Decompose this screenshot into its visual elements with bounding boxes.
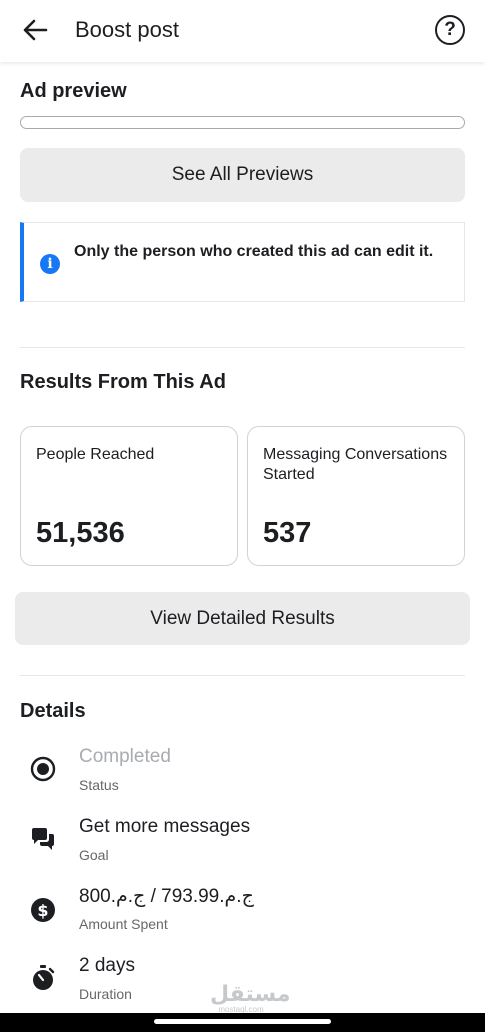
info-icon: i bbox=[40, 254, 60, 274]
messaging-conversations-card: Messaging Conversations Started 537 bbox=[247, 426, 465, 566]
mostaql-watermark: مستقل mostaql.com bbox=[210, 981, 291, 1015]
back-button[interactable] bbox=[20, 16, 50, 44]
people-reached-card: People Reached 51,536 bbox=[20, 426, 238, 566]
status-value: Completed bbox=[79, 746, 171, 767]
dollar-coin-icon: $ bbox=[30, 897, 56, 923]
section-divider bbox=[20, 347, 465, 348]
svg-text:$: $ bbox=[37, 901, 48, 920]
people-reached-value: 51,536 bbox=[36, 517, 125, 549]
amount-spent-label: Amount Spent bbox=[79, 916, 168, 932]
help-button[interactable]: ? bbox=[435, 15, 465, 45]
page-title: Boost post bbox=[75, 17, 179, 42]
details-heading: Details bbox=[20, 700, 86, 722]
notice-text: Only the person who created this ad can … bbox=[74, 243, 434, 260]
question-mark-icon: ? bbox=[444, 19, 456, 40]
stopwatch-icon bbox=[30, 965, 56, 991]
top-app-bar: Boost post ? bbox=[0, 0, 485, 62]
edit-permission-notice: i Only the person who created this ad ca… bbox=[20, 222, 465, 302]
home-gesture-handle[interactable] bbox=[154, 1019, 331, 1024]
status-row: Completed Status bbox=[0, 746, 485, 806]
messaging-conversations-label: Messaging Conversations Started bbox=[263, 446, 448, 483]
goal-label: Goal bbox=[79, 847, 109, 863]
section-divider bbox=[20, 675, 465, 676]
view-detailed-results-button[interactable]: View Detailed Results bbox=[15, 592, 470, 645]
see-all-previews-label: See All Previews bbox=[171, 164, 314, 185]
view-detailed-results-label: View Detailed Results bbox=[150, 607, 335, 629]
amount-spent-row: $ ج.م.‏793.99 / ج.م.‏800 Amount Spent bbox=[0, 885, 485, 945]
goal-value: Get more messages bbox=[79, 816, 251, 837]
ad-preview-progress-bar bbox=[20, 116, 465, 129]
ad-preview-heading: Ad preview bbox=[20, 80, 127, 102]
goal-row: Get more messages Goal bbox=[0, 816, 485, 876]
people-reached-label: People Reached bbox=[36, 446, 155, 463]
arrow-left-icon bbox=[23, 19, 48, 41]
radio-selected-icon bbox=[30, 756, 56, 782]
amount-spent-value: ج.م.‏793.99 / ج.م.‏800 bbox=[79, 886, 254, 907]
results-heading: Results From This Ad bbox=[20, 371, 226, 393]
status-label: Status bbox=[79, 777, 119, 793]
duration-label: Duration bbox=[79, 986, 132, 1002]
duration-value: 2 days bbox=[79, 955, 135, 976]
see-all-previews-button[interactable]: See All Previews bbox=[20, 148, 465, 202]
messaging-conversations-value: 537 bbox=[263, 517, 312, 549]
chat-bubbles-icon bbox=[30, 826, 56, 852]
watermark-arabic-text: مستقل bbox=[210, 981, 291, 1006]
system-navigation-bar bbox=[0, 1013, 485, 1032]
